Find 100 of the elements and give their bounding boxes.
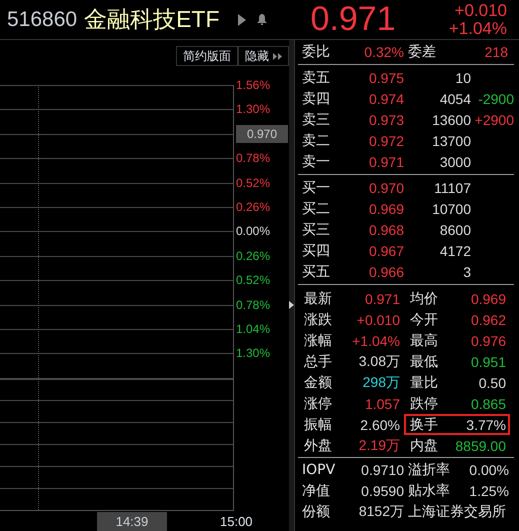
- field-value: 218: [484, 44, 508, 60]
- order-price: 0.969: [368, 200, 404, 216]
- field-label: 外盘: [303, 436, 333, 454]
- field-label: 委差: [407, 42, 437, 60]
- axis-label: 0.26%: [236, 198, 272, 216]
- field-label: 净值: [301, 482, 331, 500]
- field-value: 8859.00: [454, 438, 506, 454]
- field-value: 0.969: [470, 290, 506, 306]
- order-level-label: 卖五: [301, 68, 331, 86]
- order-level-label: 卖四: [301, 90, 331, 108]
- axis-label: 1.30%: [236, 101, 272, 118]
- field-label: 溢折率: [407, 460, 451, 478]
- axis-label: 0.00%: [236, 223, 272, 240]
- field-value: 0.9710: [360, 462, 404, 478]
- bell-icon[interactable]: [256, 14, 267, 25]
- field-value: 0.865: [470, 396, 506, 412]
- order-volume: 8600: [438, 222, 471, 238]
- field-value: 0.9590: [360, 482, 404, 498]
- order-price: 0.973: [368, 112, 404, 128]
- time-label: 15:00: [220, 514, 253, 529]
- order-price: 0.966: [368, 264, 404, 280]
- order-level-label: 卖一: [301, 152, 331, 170]
- field-label: 最新: [303, 290, 333, 308]
- field-label: 内盘: [409, 436, 439, 454]
- field-label: 金额: [303, 374, 333, 392]
- field-label: 委比: [301, 42, 331, 60]
- field-value: 0.962: [470, 312, 506, 328]
- axis-label: 1.04%: [236, 320, 272, 338]
- time-cursor-label: 14:39: [97, 512, 167, 531]
- field-label: 总手: [303, 352, 333, 370]
- field-value: 2.60%: [359, 416, 400, 432]
- order-volume: 3: [462, 264, 471, 280]
- field-value: 0.00%: [468, 462, 509, 478]
- field-value: 8152万: [358, 502, 404, 520]
- order-level-label: 买四: [301, 242, 331, 260]
- field-label: 最低: [409, 352, 439, 370]
- field-value: 0.32%: [363, 44, 404, 60]
- order-level-label: 买二: [301, 200, 331, 218]
- field-label: 换手: [409, 416, 439, 434]
- percent-change: +1.04%: [448, 20, 507, 38]
- field-value: 3.77%: [465, 416, 506, 432]
- axis-label: 0.52%: [236, 174, 272, 192]
- order-volume: 10: [454, 70, 471, 86]
- field-value: +0.010: [356, 312, 400, 328]
- field-label: 跌停: [409, 394, 439, 412]
- order-volume: 11107: [433, 180, 471, 196]
- field-label: 振幅: [303, 416, 333, 434]
- field-label: 最高: [409, 332, 439, 350]
- order-level-label: 买一: [301, 178, 331, 196]
- volume-change: +2900: [474, 112, 514, 128]
- order-level-label: 卖二: [301, 132, 331, 150]
- order-price: 0.974: [368, 90, 404, 106]
- order-price: 0.968: [368, 222, 404, 238]
- field-value: 0.951: [470, 354, 506, 370]
- axis-label: 0.26%: [236, 248, 272, 265]
- order-volume: 13600: [431, 112, 471, 128]
- expand-arrow-icon[interactable]: [289, 300, 294, 309]
- field-value: 298万: [362, 374, 400, 392]
- field-value: 1.25%: [468, 482, 509, 498]
- field-value: +1.04%: [351, 332, 400, 348]
- field-value: 0.50: [478, 374, 506, 390]
- hide-button[interactable]: 隐藏: [238, 46, 289, 66]
- simple-layout-button[interactable]: 简约版面: [176, 46, 238, 66]
- field-label: IOPV: [301, 462, 336, 478]
- field-label: 贴水率: [407, 482, 451, 500]
- exchange-name: 上海证券交易所: [407, 502, 507, 520]
- order-price: 0.971: [368, 154, 404, 170]
- field-label: 涨幅: [303, 332, 333, 350]
- axis-label: 1.30%: [236, 345, 272, 362]
- axis-label: 0.78%: [236, 150, 272, 168]
- field-label: 今开: [409, 310, 439, 328]
- axis-label: 0.52%: [236, 272, 272, 290]
- order-level-label: 买三: [301, 220, 331, 238]
- price-change: +0.010: [454, 2, 507, 20]
- order-volume: 4172: [438, 242, 471, 258]
- volume-change: -2900: [477, 90, 514, 106]
- field-value: 3.08万: [358, 352, 400, 370]
- axis-label: 0.78%: [236, 296, 272, 314]
- order-volume: 13700: [431, 132, 471, 148]
- field-label: 涨跌: [303, 310, 333, 328]
- axis-label: 1.56%: [236, 77, 272, 94]
- field-label: 份额: [301, 502, 331, 520]
- play-icon[interactable]: [238, 14, 246, 26]
- double-arrow-icon: [273, 52, 282, 60]
- last-price: 0.971: [310, 0, 396, 39]
- field-label: 涨停: [303, 394, 333, 412]
- stock-name: 金融科技ETF: [84, 5, 220, 34]
- order-level-label: 买五: [301, 262, 331, 280]
- order-price: 0.970: [368, 180, 404, 196]
- field-value: 0.971: [364, 290, 400, 306]
- field-value: 1.057: [364, 396, 400, 412]
- order-price: 0.975: [368, 70, 404, 86]
- field-value: 0.976: [470, 332, 506, 348]
- field-value: 2.19万: [358, 436, 400, 454]
- order-price: 0.972: [368, 132, 404, 148]
- order-level-label: 卖三: [301, 110, 331, 128]
- price-cursor-label: 0.970: [236, 124, 288, 143]
- order-volume: 3000: [438, 154, 471, 170]
- order-volume: 10700: [431, 200, 471, 216]
- field-label: 量比: [409, 374, 439, 392]
